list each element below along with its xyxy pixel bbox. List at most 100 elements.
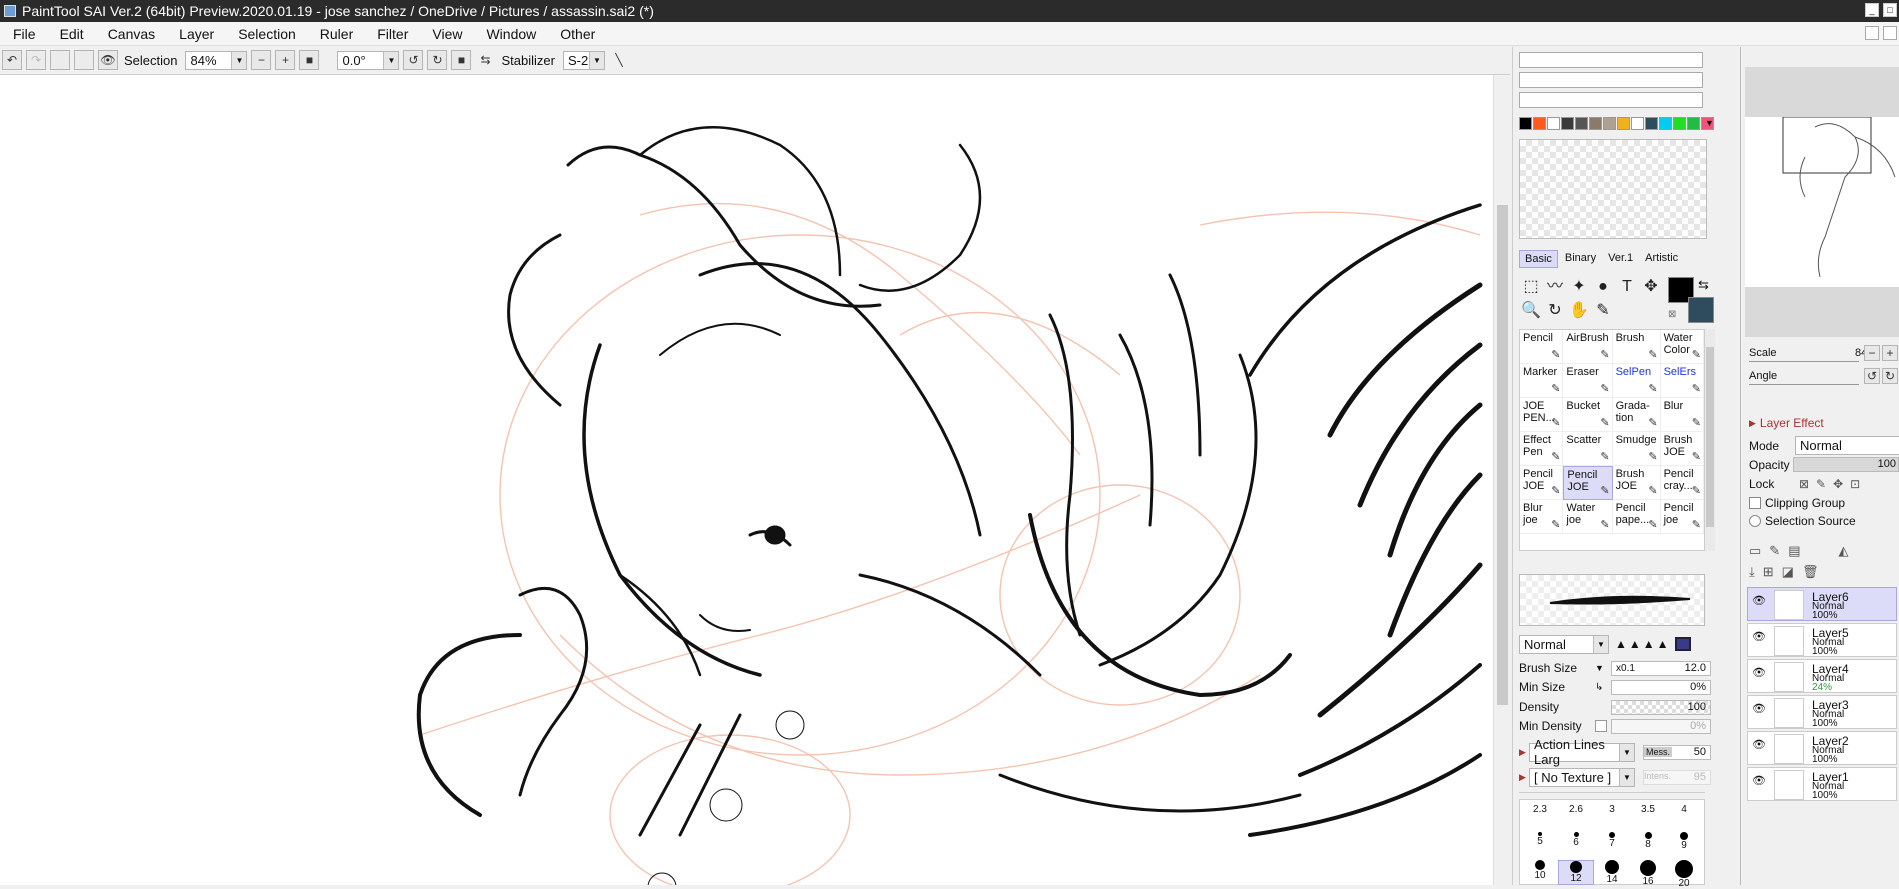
layer-item[interactable]: 👁 Layer1 Normal 100% (1747, 767, 1897, 801)
brush-slot[interactable]: SelPen ✎ (1612, 364, 1661, 398)
layer-item[interactable]: 👁 Layer2 Normal 100% (1747, 731, 1897, 765)
merge-down-icon[interactable]: ⤓ (1749, 564, 1763, 580)
palette-dropdown-icon[interactable]: ▼ (1705, 118, 1714, 128)
brush-size-preset[interactable]: 9 (1666, 832, 1702, 851)
brush-size-preset[interactable]: 12 (1558, 860, 1594, 885)
layer-effects-icon[interactable]: ◭ (1839, 543, 1857, 559)
marquee-icon[interactable]: ⬚ (1519, 275, 1543, 299)
brush-slot[interactable]: Pencil pape... ✎ (1612, 500, 1661, 534)
nav-rotate-left-icon[interactable]: ↺ (1864, 368, 1880, 384)
canvas-vertical-scrollbar[interactable] (1493, 75, 1510, 885)
zoom-icon[interactable]: 🔍 (1519, 299, 1543, 323)
flip-horizontal-icon[interactable]: ⇆ (475, 50, 495, 70)
deselect-icon[interactable] (50, 50, 70, 70)
clipping-group-checkbox[interactable] (1749, 497, 1761, 509)
zoom-in-icon[interactable]: + (275, 50, 296, 70)
menu-other[interactable]: Other (547, 26, 606, 42)
angle-slider[interactable] (1749, 384, 1859, 385)
drawing-canvas[interactable] (0, 74, 1510, 885)
navigator-preview[interactable] (1745, 67, 1899, 337)
color-swatch[interactable] (1631, 117, 1644, 130)
brush-slot[interactable]: Pencil joe ✎ (1660, 500, 1704, 534)
color-slider-2[interactable] (1519, 72, 1703, 88)
brush-shape-select[interactable]: Action Lines Larg ▼ (1529, 737, 1635, 767)
redo-icon[interactable]: ↷ (26, 50, 46, 70)
tab-artistic[interactable]: Artistic (1640, 250, 1683, 268)
brush-grid-scrollbar[interactable] (1705, 329, 1715, 551)
new-layer-icon[interactable]: ▭ (1749, 543, 1769, 559)
blend-mode-select[interactable]: Normal ▼ (1519, 634, 1609, 654)
brush-size-preset[interactable]: 6 (1558, 832, 1594, 848)
rotate-reset-icon[interactable]: ■ (451, 50, 472, 70)
menu-view[interactable]: View (419, 26, 473, 42)
rotate-right-icon[interactable]: ↻ (427, 50, 448, 70)
doc-minimize-button[interactable] (1865, 26, 1879, 40)
menu-edit[interactable]: Edit (47, 26, 95, 42)
zoom-select[interactable]: 84% ▼ (185, 50, 248, 70)
layer-item[interactable]: 👁 Layer3 Normal 100% (1747, 695, 1897, 729)
brush-size-preset[interactable]: 8 (1630, 832, 1666, 850)
hand-icon[interactable]: ✋ (1567, 299, 1591, 323)
pressure-size-icon[interactable]: ↳ (1595, 682, 1603, 693)
brush-size-preset[interactable]: 14 (1594, 860, 1630, 885)
color-slider-1[interactable] (1519, 52, 1703, 68)
layer-item[interactable]: 👁 Layer6 Normal 100% (1747, 587, 1897, 621)
brush-size-preset[interactable]: 3.5 (1630, 804, 1666, 815)
new-linework-icon[interactable]: ✎ (1769, 543, 1788, 559)
menu-window[interactable]: Window (473, 26, 547, 42)
layer-effect-expand-icon[interactable]: ▶ (1749, 418, 1756, 429)
brush-slot[interactable]: Pencil JOE ✎ (1520, 466, 1564, 500)
mess-slider[interactable]: Mess. 50 (1643, 744, 1711, 760)
brush-slot[interactable]: Smudge ✎ (1612, 432, 1661, 466)
visibility-eye-icon[interactable]: 👁 (1752, 702, 1766, 715)
color-swatch[interactable] (1603, 117, 1616, 130)
brush-slot[interactable]: Effect Pen ✎ (1520, 432, 1564, 466)
brush-slot[interactable]: Blur ✎ (1660, 398, 1704, 432)
color-swatch[interactable] (1617, 117, 1630, 130)
layer-mode-select[interactable]: Normal (1795, 436, 1899, 455)
nav-rotate-right-icon[interactable]: ↻ (1882, 368, 1898, 384)
menu-canvas[interactable]: Canvas (95, 26, 166, 42)
brush-size-preset[interactable]: 3 (1594, 804, 1630, 815)
brush-slot[interactable]: Blur joe ✎ (1520, 500, 1564, 534)
tab-binary[interactable]: Binary (1560, 250, 1601, 268)
transparent-color-icon[interactable]: ⊠ (1668, 309, 1676, 320)
brush-size-preset[interactable]: 4 (1666, 804, 1702, 815)
stabilizer-select[interactable]: S-2 ▼ (562, 50, 605, 70)
text-icon[interactable]: T (1615, 275, 1639, 299)
brush-slot[interactable]: JOE PEN... ✎ (1520, 398, 1564, 432)
scratchpad[interactable] (1519, 139, 1707, 239)
brush-tip-square[interactable] (1674, 637, 1691, 651)
brush-slot[interactable]: AirBrush ✎ (1563, 330, 1613, 364)
menu-filter[interactable]: Filter (364, 26, 419, 42)
tab-basic[interactable]: Basic (1519, 250, 1558, 268)
color-swatch[interactable] (1659, 117, 1672, 130)
brush-slot[interactable]: Brush ✎ (1612, 330, 1661, 364)
eyedropper-icon[interactable]: ✎ (1591, 299, 1615, 323)
min-density-slider[interactable]: 0% (1611, 718, 1711, 734)
brush-size-preset[interactable]: 5 (1522, 832, 1558, 847)
new-folder-icon[interactable]: ▤ (1788, 543, 1808, 559)
visibility-eye-icon[interactable]: 👁 (1752, 630, 1766, 643)
copy-layer-icon[interactable]: ⊞ (1763, 564, 1782, 580)
brush-slot[interactable]: SelErs ✎ (1660, 364, 1704, 398)
undo-icon[interactable]: ↶ (2, 50, 22, 70)
clear-layer-icon[interactable]: ◪ (1782, 564, 1802, 580)
opacity-slider[interactable]: 100 (1793, 457, 1899, 472)
menu-layer[interactable]: Layer (166, 26, 225, 42)
delete-layer-icon[interactable]: 🗑 (1802, 564, 1827, 580)
brush-slot[interactable]: Brush JOE ✎ (1660, 432, 1704, 466)
invert-selection-icon[interactable] (74, 50, 94, 70)
brush-slot[interactable]: Pencil JOE ✎ (1563, 466, 1613, 500)
shape-icon[interactable]: ● (1591, 275, 1615, 299)
visibility-eye-icon[interactable]: 👁 (1752, 738, 1766, 751)
brush-slot[interactable]: Bucket ✎ (1563, 398, 1613, 432)
brush-slot[interactable]: Brush JOE ✎ (1612, 466, 1661, 500)
background-color[interactable] (1688, 297, 1714, 323)
visibility-eye-icon[interactable]: 👁 (1752, 594, 1766, 607)
rotate-icon[interactable]: ↻ (1543, 299, 1567, 323)
density-slider[interactable]: 100 (1611, 699, 1711, 715)
intens-slider[interactable]: Intens. 95 (1643, 769, 1711, 785)
min-density-checkbox[interactable] (1595, 720, 1607, 732)
brush-size-preset[interactable]: 2.6 (1558, 804, 1594, 815)
